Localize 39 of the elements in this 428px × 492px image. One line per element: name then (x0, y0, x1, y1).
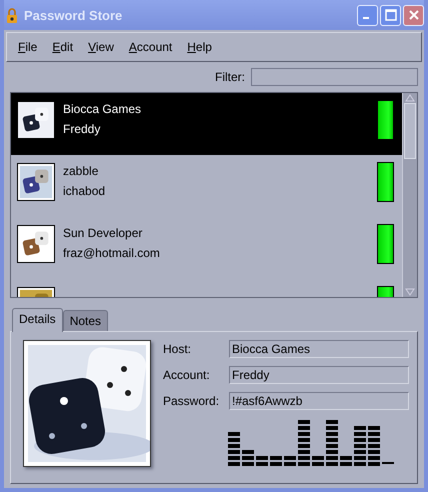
entry-row[interactable]: Biocca Games Freddy (11, 93, 402, 155)
input-field[interactable]: !#asf6Awwzb (229, 392, 409, 410)
strength-meter (377, 162, 394, 202)
account-name: ichabod (63, 184, 106, 198)
scroll-thumb[interactable] (404, 103, 416, 159)
scrollbar[interactable] (402, 93, 417, 297)
strength-meter (377, 100, 394, 140)
field-label: Password: (163, 394, 220, 408)
minimize-button[interactable] (357, 4, 378, 26)
padlock-icon (6, 8, 18, 22)
account-name: Freddy (63, 122, 102, 136)
field-label: Host: (163, 342, 192, 356)
menu-item[interactable]: Account (128, 40, 172, 54)
scroll-up-icon[interactable] (404, 93, 416, 103)
account-name: fraz@hotmail.com (63, 246, 160, 260)
window-title: Password Store (24, 8, 122, 22)
menu-item[interactable]: Edit (52, 40, 74, 54)
host-name: Biocca Games (63, 102, 142, 116)
entry-row[interactable]: Sun Developer fraz@hotmail.com (11, 217, 402, 279)
input-field[interactable]: Biocca Games (229, 340, 409, 358)
input-field[interactable]: Freddy (229, 366, 409, 384)
maximize-icon (384, 9, 396, 21)
entry-row[interactable]: zabble ichabod (11, 155, 402, 217)
host-name: zabble (63, 164, 100, 178)
menu-item[interactable]: File (18, 40, 38, 54)
minimize-icon (363, 17, 369, 19)
host-name: Sun Developer (63, 226, 144, 240)
maximize-button[interactable] (380, 4, 401, 26)
tab[interactable]: Notes (62, 310, 108, 331)
filter-label: Filter: (215, 70, 245, 84)
filter-field[interactable] (251, 68, 418, 86)
menu-item[interactable]: View (88, 40, 114, 54)
menu-item[interactable]: Help (187, 40, 212, 54)
close-icon (408, 9, 420, 21)
field-label: Account: (163, 368, 211, 382)
close-button[interactable] (403, 4, 424, 26)
tab[interactable]: Details (12, 308, 63, 332)
strength-meter (377, 224, 394, 264)
scroll-down-icon[interactable] (404, 287, 416, 297)
